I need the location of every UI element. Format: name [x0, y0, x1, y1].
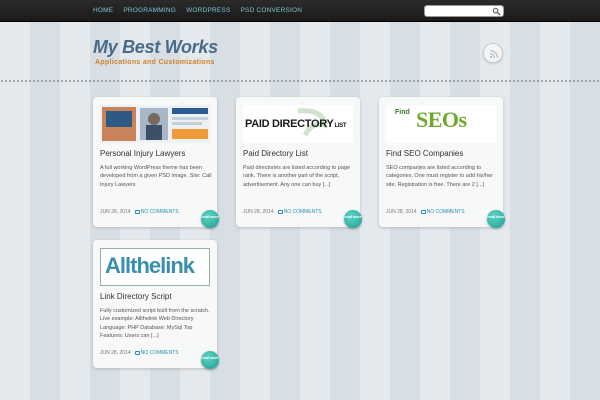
post-date: JUN 28, 2014 [243, 209, 274, 215]
comments-link[interactable]: NO COMMENTS [277, 209, 322, 215]
post-meta: JUN 28, 2014 NO COMMENTS [386, 209, 465, 215]
post-date: JUN 28, 2014 [386, 209, 417, 215]
post-excerpt: Fully customized script built from the s… [100, 308, 210, 339]
rss-icon [489, 49, 499, 59]
read-more-button[interactable]: read more [201, 351, 219, 369]
site-tagline: Applications and Customizations [95, 59, 215, 66]
read-more-button[interactable]: read more [487, 210, 505, 228]
main-nav: HOME PROGRAMMING WORDPRESS PSD CONVERSIO… [88, 0, 307, 22]
read-more-button[interactable]: read more [201, 210, 219, 228]
nav-item-psd-conversion[interactable]: PSD CONVERSION [236, 0, 308, 22]
comments-label: NO COMMENTS [140, 209, 179, 215]
post-date: JUN 28, 2014 [100, 350, 131, 356]
post-date: JUN 28, 2014 [100, 209, 131, 215]
post-title[interactable]: Personal Injury Lawyers [100, 149, 185, 158]
rss-button[interactable] [483, 43, 503, 63]
post-thumbnail[interactable]: Find SEOs [386, 105, 496, 143]
post-title[interactable]: Find SEO Companies [386, 149, 463, 158]
nav-item-home[interactable]: HOME [88, 0, 118, 22]
comments-label: NO COMMENTS [140, 350, 179, 356]
post-card: Personal Injury Lawyers A full working W… [93, 97, 219, 228]
comment-icon [134, 210, 140, 214]
post-meta: JUN 28, 2014 NO COMMENTS [100, 350, 179, 356]
search-input[interactable] [428, 7, 492, 16]
post-card: Find SEOs Find SEO Companies SEO compani… [379, 97, 505, 228]
post-card: Allthelink Link Directory Script Fully c… [93, 240, 219, 369]
post-excerpt: A full working WordPress theme has been … [100, 165, 212, 188]
post-title[interactable]: Paid Directory List [243, 149, 308, 158]
comments-label: NO COMMENTS [426, 209, 465, 215]
post-excerpt: Paid directories are listed according to… [243, 165, 351, 188]
post-thumbnail[interactable]: PAID DIRECTORYLIST [243, 105, 353, 143]
post-meta: JUN 28, 2014 NO COMMENTS [100, 209, 179, 215]
search-box [424, 5, 504, 17]
comment-icon [134, 351, 140, 355]
post-title[interactable]: Link Directory Script [100, 292, 172, 301]
comment-icon [420, 210, 426, 214]
comments-link[interactable]: NO COMMENTS [420, 209, 465, 215]
search-icon[interactable] [492, 7, 501, 16]
thumb-small-text: Find [395, 109, 410, 116]
comments-link[interactable]: NO COMMENTS [134, 209, 179, 215]
thumb-logo-text: SEOs [416, 107, 467, 132]
nav-item-programming[interactable]: PROGRAMMING [118, 0, 181, 22]
header-divider [0, 80, 600, 82]
post-thumbnail[interactable]: Allthelink [100, 248, 210, 286]
post-meta: JUN 28, 2014 NO COMMENTS [243, 209, 322, 215]
comments-link[interactable]: NO COMMENTS [134, 350, 179, 356]
read-more-button[interactable]: read more [344, 210, 362, 228]
post-card: PAID DIRECTORYLIST Paid Directory List P… [236, 97, 362, 228]
post-excerpt: SEO companies are listed according to ca… [386, 165, 493, 188]
comments-label: NO COMMENTS [283, 209, 322, 215]
thumb-logo-text: PAID DIRECTORYLIST [245, 118, 347, 130]
site-title[interactable]: My Best Works [93, 37, 218, 58]
nav-item-wordpress[interactable]: WORDPRESS [181, 0, 235, 22]
comment-icon [277, 210, 283, 214]
thumb-logo-text: Allthelink [105, 253, 195, 278]
top-nav-bar: HOME PROGRAMMING WORDPRESS PSD CONVERSIO… [0, 0, 600, 22]
post-thumbnail[interactable] [100, 105, 210, 143]
